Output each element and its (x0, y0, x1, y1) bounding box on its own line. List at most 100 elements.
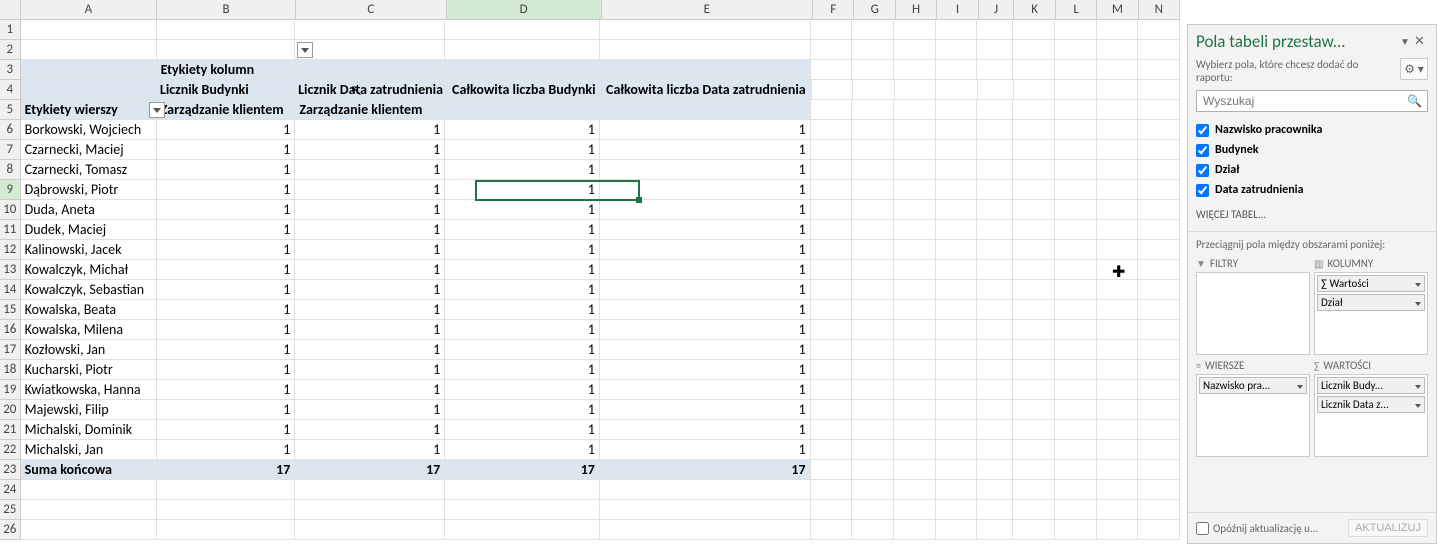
cell[interactable]: 1 (600, 300, 811, 320)
cell[interactable] (936, 360, 978, 380)
cell[interactable] (853, 80, 895, 100)
cell[interactable] (1013, 200, 1055, 220)
cell[interactable] (894, 200, 936, 220)
cell[interactable] (1138, 40, 1180, 60)
cell[interactable] (445, 100, 600, 120)
cell[interactable] (1138, 460, 1180, 480)
cell[interactable] (1055, 20, 1097, 40)
cell[interactable] (1138, 440, 1180, 460)
cell[interactable]: 1 (157, 260, 296, 280)
cell[interactable] (1097, 20, 1139, 40)
cell[interactable] (1013, 140, 1055, 160)
cell[interactable] (1138, 380, 1180, 400)
cell[interactable] (977, 440, 1013, 460)
cell[interactable] (1138, 420, 1180, 440)
cell[interactable] (1097, 280, 1139, 300)
cell[interactable] (21, 80, 156, 100)
cell[interactable] (977, 40, 1013, 60)
cell[interactable] (852, 20, 894, 40)
field-checkbox[interactable] (1196, 144, 1209, 157)
cell[interactable] (894, 260, 936, 280)
cell[interactable] (852, 160, 894, 180)
cell[interactable]: 1 (295, 160, 445, 180)
cell[interactable]: 1 (157, 140, 296, 160)
cell[interactable]: 1 (445, 160, 600, 180)
cell[interactable]: 1 (445, 120, 600, 140)
field-item[interactable]: Data zatrudnienia (1196, 180, 1428, 200)
cell[interactable]: 1 (600, 400, 811, 420)
cell[interactable] (811, 220, 853, 240)
cell[interactable] (1097, 300, 1139, 320)
cell[interactable]: 1 (295, 380, 445, 400)
cell[interactable]: 1 (295, 280, 445, 300)
row-header[interactable]: 16 (0, 320, 21, 340)
cell[interactable] (1013, 520, 1055, 540)
cell[interactable]: 17 (295, 460, 445, 480)
cell[interactable] (894, 500, 936, 520)
cell[interactable] (1055, 340, 1097, 360)
cell[interactable] (1055, 180, 1097, 200)
cell[interactable] (977, 300, 1013, 320)
cell[interactable] (977, 140, 1013, 160)
cell[interactable] (852, 260, 894, 280)
cell[interactable] (852, 400, 894, 420)
cell[interactable] (157, 480, 296, 500)
cell[interactable]: 1 (445, 200, 600, 220)
cell[interactable] (852, 480, 894, 500)
cell[interactable] (936, 40, 978, 60)
cell[interactable] (1138, 520, 1180, 540)
cell[interactable] (936, 320, 978, 340)
defer-update-checkbox[interactable] (1196, 522, 1209, 535)
cell[interactable] (852, 420, 894, 440)
cell[interactable]: Michalski, Jan (21, 440, 157, 460)
area-chip[interactable]: Nazwisko pra... (1199, 377, 1307, 394)
cell[interactable] (977, 20, 1013, 40)
cell[interactable] (1013, 380, 1055, 400)
cell[interactable]: 1 (157, 320, 296, 340)
row-header[interactable]: 8 (0, 160, 21, 180)
cell[interactable] (977, 60, 1013, 80)
cell[interactable] (811, 140, 853, 160)
cell[interactable] (1055, 240, 1097, 260)
cell[interactable] (936, 440, 978, 460)
cell[interactable] (811, 20, 853, 40)
cell[interactable]: 1 (157, 400, 296, 420)
cell[interactable] (895, 80, 937, 100)
cell[interactable] (1055, 380, 1097, 400)
cell[interactable] (894, 120, 936, 140)
field-item[interactable]: Nazwisko pracownika (1196, 120, 1428, 140)
cell[interactable]: 1 (445, 440, 600, 460)
cell[interactable] (977, 100, 1013, 120)
cell[interactable]: Czarnecki, Tomasz (21, 160, 157, 180)
cell[interactable]: 1 (445, 180, 600, 200)
cell[interactable] (1014, 80, 1056, 100)
close-icon[interactable]: ✕ (1414, 34, 1428, 49)
row-header[interactable]: 3 (0, 60, 21, 80)
cell[interactable] (1013, 40, 1055, 60)
cell[interactable] (894, 20, 936, 40)
cell[interactable]: 1 (295, 220, 445, 240)
cell[interactable]: 1 (600, 360, 811, 380)
cell[interactable] (977, 480, 1013, 500)
cell[interactable] (1097, 40, 1139, 60)
cell[interactable]: Dąbrowski, Piotr (21, 180, 157, 200)
cell[interactable]: 1 (295, 120, 445, 140)
field-checkbox[interactable] (1196, 124, 1209, 137)
cell[interactable] (936, 120, 978, 140)
cell[interactable] (894, 380, 936, 400)
cell[interactable]: 1 (295, 420, 445, 440)
cell[interactable] (295, 500, 445, 520)
cell[interactable]: 1 (295, 300, 445, 320)
cell[interactable]: 17 (445, 460, 600, 480)
cell[interactable] (811, 400, 853, 420)
cell[interactable] (1055, 280, 1097, 300)
cell[interactable] (852, 140, 894, 160)
area-chip[interactable]: Licznik Data z... (1317, 396, 1425, 413)
cell[interactable] (852, 240, 894, 260)
cell[interactable] (811, 320, 853, 340)
cell[interactable] (1013, 440, 1055, 460)
cell[interactable]: Licznik Budynki (156, 80, 294, 100)
cell[interactable] (1055, 40, 1097, 60)
col-header-G[interactable]: G (854, 0, 895, 19)
cell[interactable] (1013, 100, 1055, 120)
